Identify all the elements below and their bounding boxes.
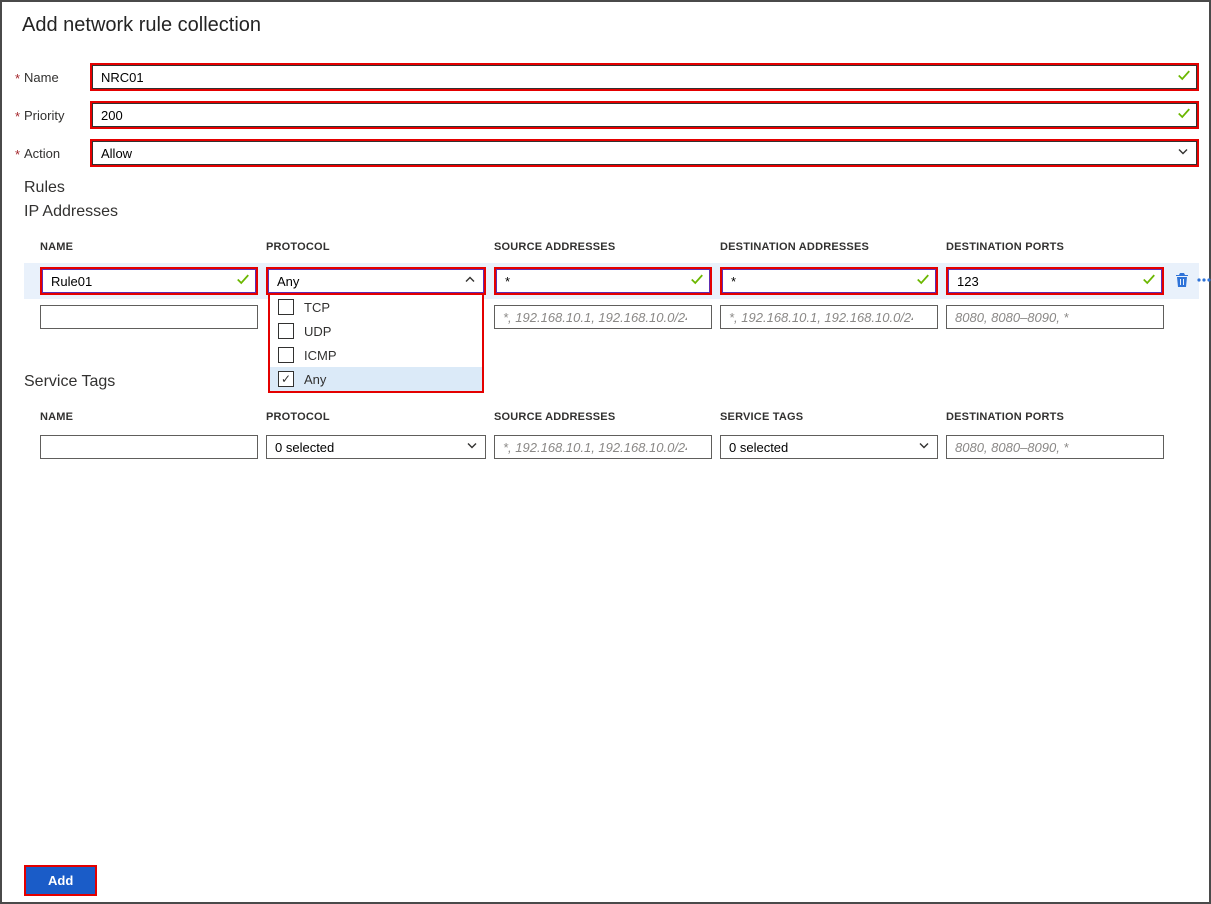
- add-button[interactable]: Add: [26, 867, 95, 894]
- checkbox-checked-icon: [278, 371, 294, 387]
- col-name: NAME: [40, 231, 258, 263]
- st-col-ports: DESTINATION PORTS: [946, 401, 1164, 433]
- st-protocol-select[interactable]: [266, 435, 486, 459]
- section-rules: Rules: [24, 179, 1199, 197]
- protocol-option-udp[interactable]: UDP: [270, 319, 482, 343]
- rule-source-input-empty[interactable]: [494, 305, 712, 329]
- label-name: * Name: [24, 70, 90, 85]
- delete-icon[interactable]: [1174, 272, 1190, 291]
- st-col-source: SOURCE ADDRESSES: [494, 401, 712, 433]
- name-input[interactable]: [92, 65, 1197, 89]
- rule-ports-input[interactable]: [948, 269, 1162, 293]
- col-destination: DESTINATION ADDRESSES: [720, 231, 938, 263]
- col-ports: DESTINATION PORTS: [946, 231, 1164, 263]
- st-col-tags: SERVICE TAGS: [720, 401, 938, 433]
- rule-name-input[interactable]: [42, 269, 256, 293]
- st-ports-input[interactable]: [946, 435, 1164, 459]
- checkbox-icon: [278, 347, 294, 363]
- col-source: SOURCE ADDRESSES: [494, 231, 712, 263]
- priority-input[interactable]: [92, 103, 1197, 127]
- rule-ports-input-empty[interactable]: [946, 305, 1164, 329]
- protocol-dropdown: TCP UDP ICMP Any: [268, 293, 484, 393]
- rule-destination-input-empty[interactable]: [720, 305, 938, 329]
- rule-source-input[interactable]: [496, 269, 710, 293]
- st-source-input[interactable]: [494, 435, 712, 459]
- st-tags-select[interactable]: [720, 435, 938, 459]
- action-select[interactable]: [92, 141, 1197, 165]
- protocol-option-any[interactable]: Any: [270, 367, 482, 391]
- required-asterisk: *: [15, 109, 20, 124]
- st-col-name: NAME: [40, 401, 258, 433]
- page-title: Add network rule collection: [2, 2, 1209, 51]
- section-service-tags: Service Tags: [24, 373, 1199, 391]
- st-col-protocol: PROTOCOL: [266, 401, 486, 433]
- st-name-input[interactable]: [40, 435, 258, 459]
- chevron-down-icon: [918, 440, 930, 455]
- label-priority: * Priority: [24, 108, 90, 123]
- rule-destination-input[interactable]: [722, 269, 936, 293]
- chevron-down-icon: [1177, 146, 1189, 161]
- checkbox-icon: [278, 299, 294, 315]
- required-asterisk: *: [15, 71, 20, 86]
- col-protocol: PROTOCOL: [266, 231, 486, 263]
- protocol-option-icmp[interactable]: ICMP: [270, 343, 482, 367]
- rule-name-input-empty[interactable]: [40, 305, 258, 329]
- label-action: * Action: [24, 146, 90, 161]
- more-icon[interactable]: [1196, 272, 1211, 291]
- rule-protocol-select[interactable]: [268, 269, 484, 293]
- protocol-option-tcp[interactable]: TCP: [270, 295, 482, 319]
- chevron-down-icon: [466, 440, 478, 455]
- chevron-up-icon: [464, 274, 476, 289]
- section-ip-addresses: IP Addresses: [24, 203, 1199, 221]
- checkbox-icon: [278, 323, 294, 339]
- required-asterisk: *: [15, 147, 20, 162]
